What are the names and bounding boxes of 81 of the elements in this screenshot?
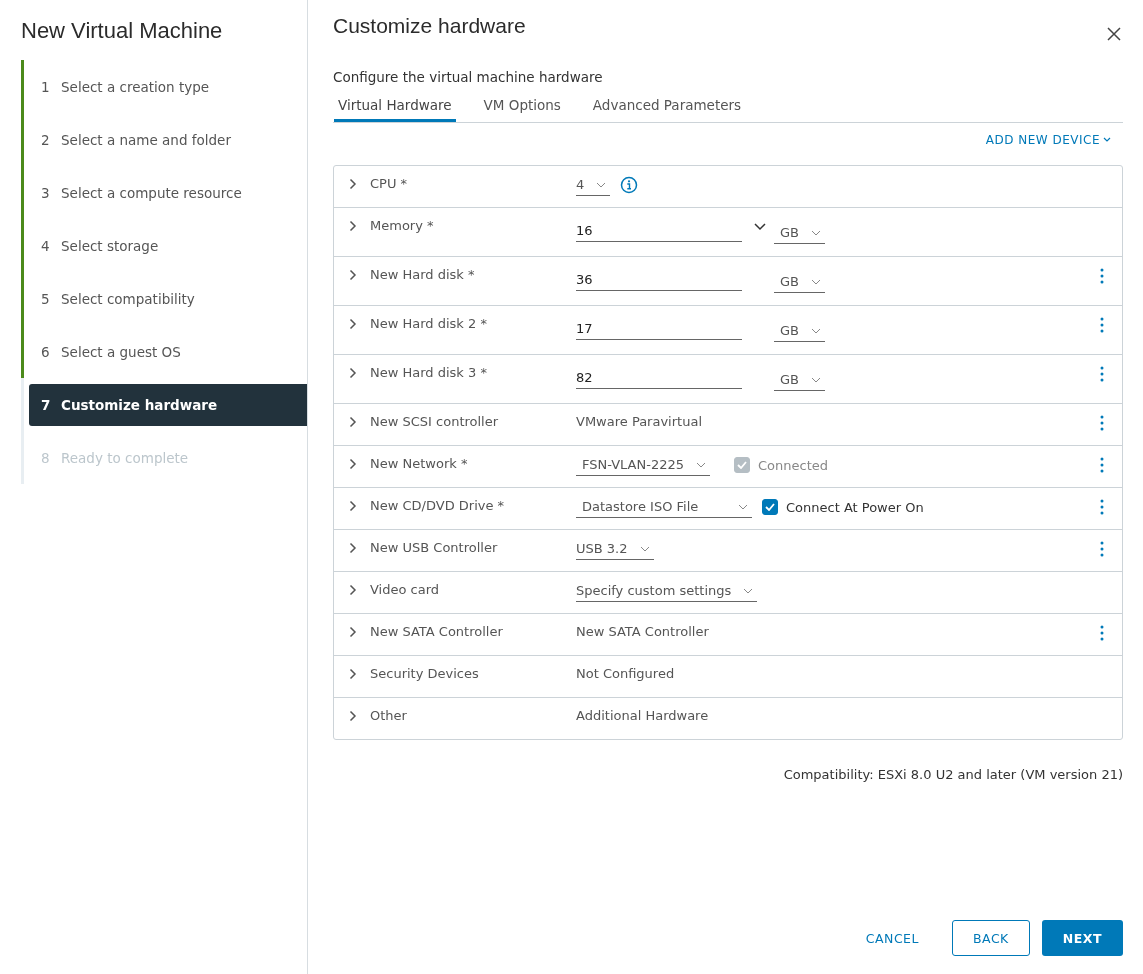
unit-select[interactable]: GB: [774, 274, 825, 293]
device-label: Video card: [370, 581, 441, 597]
device-value: Additional Hardware: [576, 707, 709, 723]
add-new-device-button[interactable]: ADD NEW DEVICE: [983, 131, 1123, 149]
tab[interactable]: Advanced Parameters: [588, 89, 746, 122]
device-select[interactable]: Datastore ISO File: [576, 499, 752, 518]
chevron-right-icon[interactable]: [349, 710, 357, 722]
close-icon[interactable]: [1107, 27, 1121, 41]
tab[interactable]: VM Options: [479, 89, 565, 122]
more-vertical-icon[interactable]: [1100, 499, 1104, 515]
device-label: CPU *: [370, 175, 409, 191]
device-label: New Hard disk *: [370, 266, 476, 282]
caret-icon: [811, 278, 821, 285]
device-value: Not Configured: [576, 665, 675, 681]
device-label: New Network *: [370, 455, 469, 471]
tab[interactable]: Virtual Hardware: [334, 89, 456, 122]
device-select[interactable]: USB 3.2: [576, 541, 654, 560]
device-label: New CD/DVD Drive *: [370, 497, 506, 513]
compatibility-text: Compatibility: ESXi 8.0 U2 and later (VM version 21): [782, 767, 1123, 782]
device-label: Security Devices: [370, 665, 480, 681]
caret-icon: [811, 327, 821, 334]
more-vertical-icon[interactable]: [1100, 268, 1104, 284]
chevron-right-icon[interactable]: [349, 416, 357, 428]
wizard-step[interactable]: 5 Select compatibility: [21, 272, 307, 325]
wizard-step[interactable]: 4 Select storage: [21, 219, 307, 272]
chevron-right-icon[interactable]: [349, 367, 357, 379]
unit-select[interactable]: GB: [774, 225, 825, 244]
caret-icon: [743, 587, 754, 594]
checkmark-icon: [765, 503, 775, 511]
device-label: New Hard disk 3 *: [370, 364, 488, 380]
wizard-title: New Virtual Machine: [21, 18, 224, 44]
wizard-step[interactable]: 1 Select a creation type: [21, 60, 307, 113]
device-value: New SATA Controller: [576, 623, 709, 639]
more-vertical-icon[interactable]: [1100, 366, 1104, 382]
chevron-right-icon[interactable]: [349, 668, 357, 680]
chevron-down-icon[interactable]: [754, 223, 766, 231]
size-input[interactable]: 36: [576, 268, 742, 291]
device-label: Other: [370, 707, 408, 723]
page-subtitle: Configure the virtual machine hardware: [333, 69, 604, 85]
caret-icon: [811, 229, 821, 236]
more-vertical-icon[interactable]: [1100, 415, 1104, 431]
checkbox[interactable]: Connect At Power On: [762, 499, 924, 515]
unit-select[interactable]: GB: [774, 372, 825, 391]
caret-icon: [811, 376, 821, 383]
chevron-right-icon[interactable]: [349, 220, 357, 232]
size-input[interactable]: 16: [576, 219, 742, 242]
unit-select[interactable]: GB: [774, 323, 825, 342]
chevron-right-icon[interactable]: [349, 500, 357, 512]
page-title: Customize hardware: [333, 14, 526, 38]
more-vertical-icon[interactable]: [1100, 317, 1104, 333]
caret-icon: [696, 461, 706, 468]
device-select[interactable]: Specify custom settings: [576, 583, 758, 602]
more-vertical-icon[interactable]: [1100, 625, 1104, 641]
caret-icon: [738, 503, 748, 510]
chevron-right-icon[interactable]: [349, 584, 357, 596]
checkmark-icon: [737, 461, 747, 469]
footer-button[interactable]: NEXT: [1041, 920, 1123, 956]
more-vertical-icon[interactable]: [1100, 541, 1104, 557]
device-select[interactable]: 4: [576, 177, 611, 196]
chevron-right-icon[interactable]: [349, 318, 357, 330]
size-input[interactable]: 82: [576, 366, 742, 389]
footer-button[interactable]: CANCEL: [844, 920, 940, 956]
device-label: New SATA Controller: [370, 623, 504, 639]
wizard-step[interactable]: 6 Select a guest OS: [21, 325, 307, 378]
chevron-right-icon[interactable]: [349, 542, 357, 554]
wizard-step[interactable]: 2 Select a name and folder: [21, 113, 307, 166]
size-input[interactable]: 17: [576, 317, 742, 340]
device-label: New Hard disk 2 *: [370, 315, 488, 331]
chevron-right-icon[interactable]: [349, 178, 357, 190]
chevron-right-icon[interactable]: [349, 626, 357, 638]
wizard-step[interactable]: 3 Select a compute resource: [21, 166, 307, 219]
device-label: New SCSI controller: [370, 413, 500, 429]
info-icon[interactable]: [620, 176, 639, 194]
device-value: VMware Paravirtual: [576, 413, 702, 429]
footer-button[interactable]: BACK: [952, 920, 1030, 956]
device-label: New USB Controller: [370, 539, 499, 555]
caret-icon: [1103, 137, 1111, 143]
chevron-right-icon[interactable]: [349, 269, 357, 281]
caret-icon: [596, 181, 607, 188]
caret-icon: [639, 545, 650, 552]
device-label: Memory *: [370, 217, 435, 233]
